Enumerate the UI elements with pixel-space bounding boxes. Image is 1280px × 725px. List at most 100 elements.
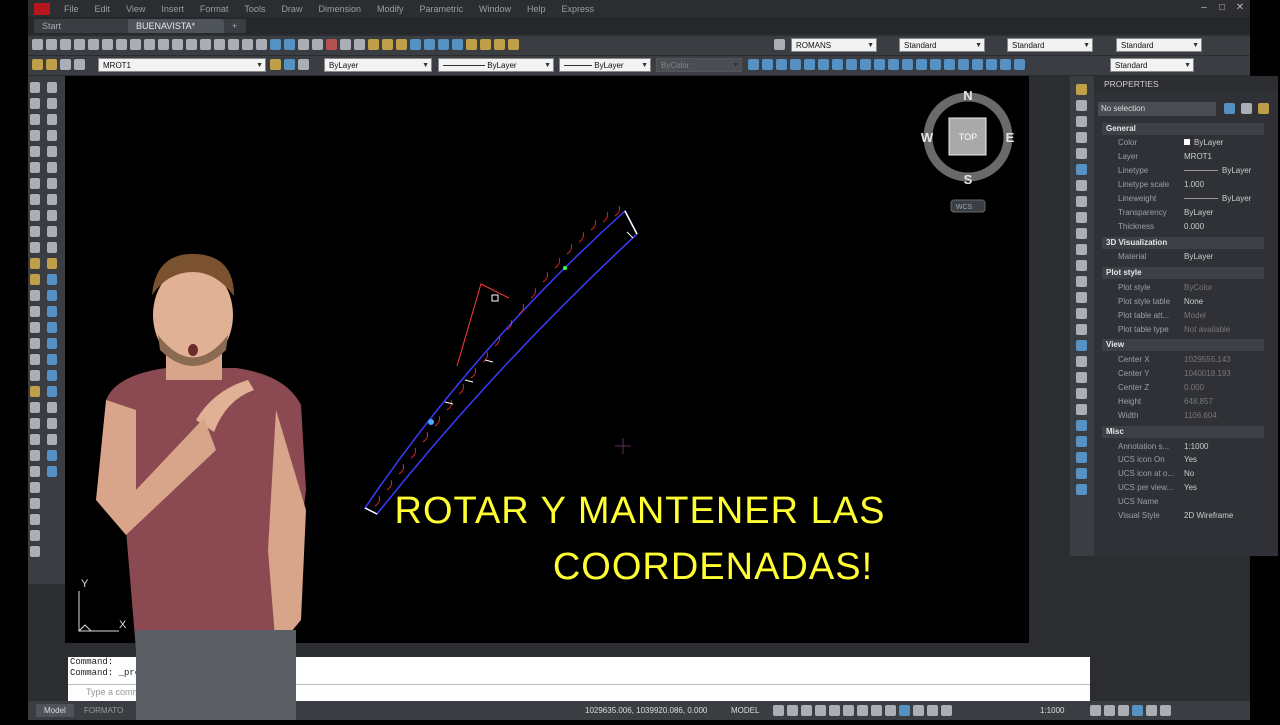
prop-row[interactable]: Material ByLayer [1102, 250, 1264, 264]
mleader-style-select[interactable]: Standard ▼ [1116, 38, 1202, 52]
osnap-icon[interactable] [857, 705, 868, 716]
sheet-set-icon[interactable] [312, 39, 323, 50]
line-icon[interactable] [30, 82, 40, 93]
rt-tool-icon-24[interactable] [1076, 468, 1087, 479]
plot-icon[interactable] [74, 39, 85, 50]
prop-row[interactable]: Linetype scale 1.000 [1102, 178, 1264, 192]
prop-row[interactable]: Layer MROT1 [1102, 150, 1264, 164]
modify-more-icon-4[interactable] [47, 386, 57, 397]
viewcube[interactable]: TOP N S E W WCS [917, 88, 1021, 225]
inspect-icon[interactable] [958, 59, 969, 70]
rt-tool-icon-23[interactable] [1076, 452, 1087, 463]
annotation-scale[interactable]: 1:1000 [1040, 704, 1064, 717]
transparency-icon[interactable] [885, 705, 896, 716]
trim-icon[interactable] [47, 226, 57, 237]
prop-row[interactable]: Center Z 0.000 [1102, 381, 1264, 395]
workspace-gear-icon[interactable] [1090, 705, 1101, 716]
layer-prev-icon[interactable] [396, 39, 407, 50]
rt-tool-icon-9[interactable] [1076, 228, 1087, 239]
selection-cycling-icon[interactable] [899, 705, 910, 716]
linetype-select[interactable]: ByLayer ▼ [438, 58, 554, 72]
rt-tool-icon-3[interactable] [1076, 132, 1087, 143]
layer-previous-icon[interactable] [284, 59, 295, 70]
prop-row[interactable]: Height 648.857 [1102, 395, 1264, 409]
copy-object-icon[interactable] [47, 98, 57, 109]
menu-dimension[interactable]: Dimension [310, 4, 369, 14]
quick-select-icon[interactable] [1258, 103, 1269, 114]
rt-tool-icon-5[interactable] [1076, 164, 1087, 175]
dim-aligned-icon[interactable] [762, 59, 773, 70]
units-icon[interactable] [927, 705, 938, 716]
rt-tool-icon-14[interactable] [1076, 308, 1087, 319]
rt-tool-icon-11[interactable] [1076, 260, 1087, 271]
rt-tool-icon-7[interactable] [1076, 196, 1087, 207]
save-icon[interactable] [60, 39, 71, 50]
section-plot-style[interactable]: Plot style [1102, 267, 1264, 279]
move-icon[interactable] [47, 162, 57, 173]
layer-icon[interactable] [368, 39, 379, 50]
prop-row[interactable]: Transparency ByLayer [1102, 206, 1264, 220]
menu-insert[interactable]: Insert [153, 4, 192, 14]
new-tab-button[interactable]: + [224, 19, 246, 33]
prop-row[interactable]: Plot style ByColor [1102, 281, 1264, 295]
offset-icon[interactable] [47, 130, 57, 141]
viewcube-graphic[interactable]: TOP N S E W WCS [917, 88, 1021, 220]
help-icon[interactable] [354, 39, 365, 50]
rt-tool-icon-13[interactable] [1076, 292, 1087, 303]
tool-palette-icon[interactable] [298, 39, 309, 50]
draw-more-icon[interactable] [30, 402, 40, 413]
draw-more-icon-3[interactable] [30, 434, 40, 445]
prop-row[interactable]: Color ByLayer [1102, 136, 1264, 150]
section-view[interactable]: View [1102, 339, 1264, 351]
text-style-icon[interactable] [774, 39, 785, 50]
new-icon[interactable] [32, 39, 43, 50]
isolate-icon[interactable] [1118, 705, 1129, 716]
rt-tool-icon-16[interactable] [1076, 340, 1087, 351]
visual-style-select[interactable]: Standard ▼ [1110, 58, 1194, 72]
draw-more-icon-5[interactable] [30, 466, 40, 477]
modify-more-icon-3[interactable] [47, 370, 57, 381]
rt-tool-icon-8[interactable] [1076, 212, 1087, 223]
redo-icon[interactable] [200, 39, 211, 50]
match-icon[interactable] [158, 39, 169, 50]
menu-modify[interactable]: Modify [369, 4, 412, 14]
open-icon[interactable] [46, 39, 57, 50]
layer-freeze-icon[interactable] [452, 39, 463, 50]
menu-window[interactable]: Window [471, 4, 519, 14]
restore-icon[interactable]: □ [1216, 2, 1228, 13]
modify-more-icon-6[interactable] [47, 418, 57, 429]
pencil-icon[interactable] [1076, 84, 1087, 95]
undo-icon[interactable] [186, 39, 197, 50]
rt-tool-icon-1[interactable] [1076, 100, 1087, 111]
polar-icon[interactable] [815, 705, 826, 716]
prop-row[interactable]: UCS icon On Yes [1102, 453, 1264, 467]
dim-angular-icon[interactable] [846, 59, 857, 70]
gradient-icon[interactable] [30, 322, 40, 333]
quick-dim-icon[interactable] [860, 59, 871, 70]
rt-tool-icon-17[interactable] [1076, 356, 1087, 367]
menu-help[interactable]: Help [519, 4, 554, 14]
tab-model[interactable]: Model [36, 704, 74, 717]
modify-more-icon[interactable] [47, 338, 57, 349]
circle-icon[interactable] [30, 178, 40, 189]
table-icon[interactable] [30, 354, 40, 365]
compass-s[interactable]: S [964, 172, 973, 187]
polyline-icon[interactable] [30, 114, 40, 125]
prop-row[interactable]: Plot table att... Model [1102, 309, 1264, 323]
zoom-window-icon[interactable] [242, 39, 253, 50]
rt-tool-icon-21[interactable] [1076, 420, 1087, 431]
mirror-icon[interactable] [47, 114, 57, 125]
spline-icon[interactable] [30, 210, 40, 221]
dim-style-select[interactable]: Standard ▼ [899, 38, 985, 52]
prop-row[interactable]: Center Y 1040018.193 [1102, 367, 1264, 381]
pan-icon[interactable] [214, 39, 225, 50]
arc-icon[interactable] [30, 162, 40, 173]
snap-icon[interactable] [787, 705, 798, 716]
publish-icon[interactable] [102, 39, 113, 50]
annotation-plus-icon[interactable] [1104, 705, 1115, 716]
clean-screen-icon[interactable] [1146, 705, 1157, 716]
compass-e[interactable]: E [1006, 130, 1015, 145]
table-style-select[interactable]: Standard ▼ [1007, 38, 1093, 52]
toggle-pickadd-icon[interactable] [1224, 103, 1235, 114]
dim-text-edit-icon[interactable] [1000, 59, 1011, 70]
